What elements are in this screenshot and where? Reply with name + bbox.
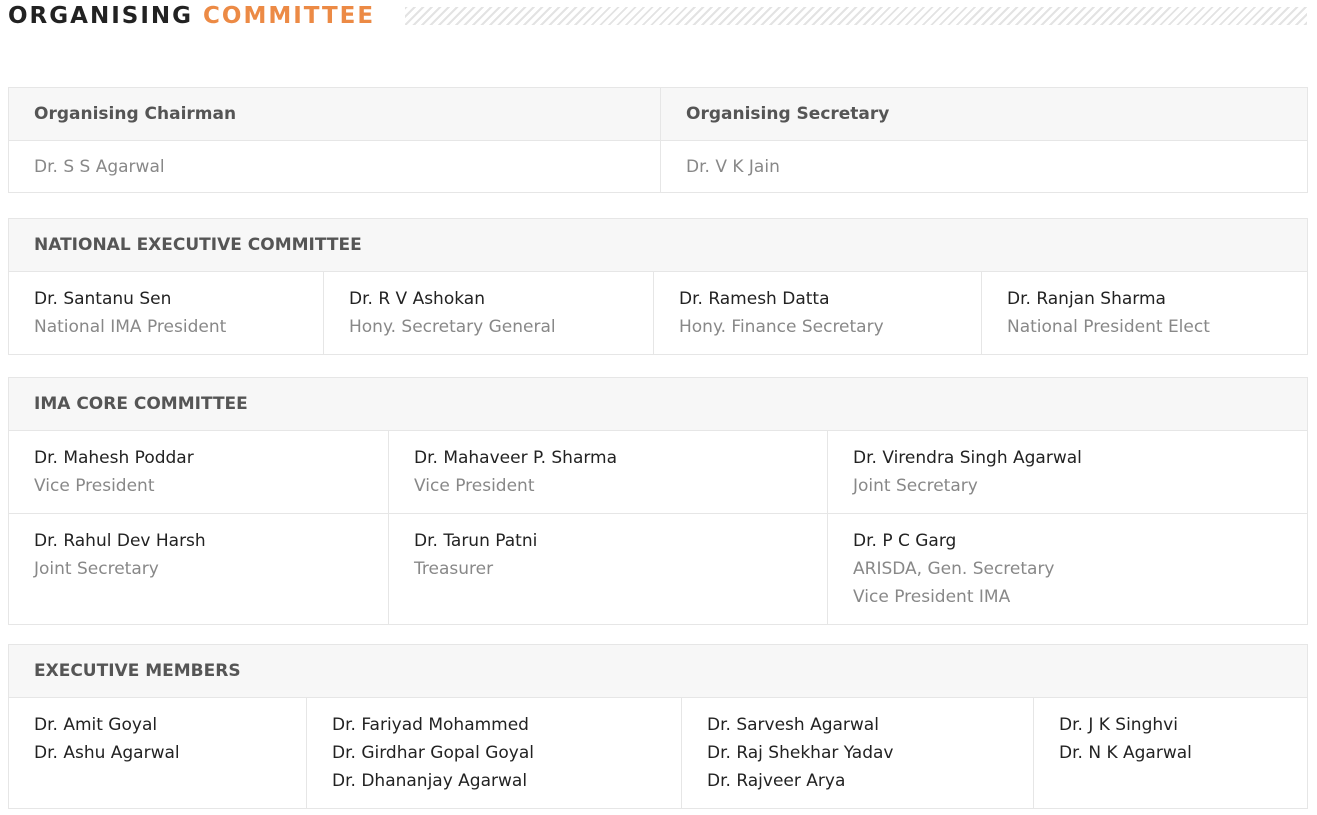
executive-column: Dr. Amit Goyal Dr. Ashu Agarwal xyxy=(8,697,307,809)
executive-member: Dr. Ashu Agarwal xyxy=(34,743,180,763)
member-role: National IMA President xyxy=(34,317,227,337)
member-role: ARISDA, Gen. Secretary xyxy=(853,559,1055,579)
member-name: Dr. P C Garg xyxy=(853,531,957,551)
executive-column: Dr. Sarvesh Agarwal Dr. Raj Shekhar Yada… xyxy=(681,697,1034,809)
executive-member: Dr. Fariyad Mohammed xyxy=(332,715,529,735)
member-name: Dr. Ranjan Sharma xyxy=(1007,289,1166,309)
heading-divider xyxy=(405,7,1307,25)
page-title-part2: COMMITTEE xyxy=(203,3,376,29)
member-cell: Dr. Ramesh Datta Hony. Finance Secretary xyxy=(653,271,982,355)
executive-member: Dr. Girdhar Gopal Goyal xyxy=(332,743,534,763)
member-role: Vice President xyxy=(414,476,535,496)
executive-member: Dr. N K Agarwal xyxy=(1059,743,1192,763)
member-cell: Dr. Santanu Sen National IMA President xyxy=(8,271,324,355)
core-committee-title: IMA CORE COMMITTEE xyxy=(7,377,1309,431)
executive-member: Dr. J K Singhvi xyxy=(1059,715,1178,735)
member-role: National President Elect xyxy=(1007,317,1210,337)
member-role: Treasurer xyxy=(414,559,494,579)
executive-column: Dr. J K Singhvi Dr. N K Agarwal xyxy=(1032,697,1309,809)
member-cell: Dr. Mahaveer P. Sharma Vice President xyxy=(388,430,828,514)
organising-table: Organising Chairman Organising Secretary… xyxy=(8,87,1308,193)
member-cell: Dr. Virendra Singh Agarwal Joint Secreta… xyxy=(826,430,1309,514)
executive-member: Dr. Raj Shekhar Yadav xyxy=(707,743,894,763)
member-role-secondary: Vice President IMA xyxy=(853,587,1011,607)
chairman-name: Dr. S S Agarwal xyxy=(8,140,661,193)
page-title-part1: ORGANISING xyxy=(8,3,193,29)
member-role: Joint Secretary xyxy=(34,559,159,579)
page-heading-row: ORGANISING COMMITTEE xyxy=(8,0,1307,32)
member-cell: Dr. Rahul Dev Harsh Joint Secretary xyxy=(8,513,389,625)
executive-members-table: EXECUTIVE MEMBERS Dr. Amit Goyal Dr. Ash… xyxy=(7,644,1309,809)
member-role: Joint Secretary xyxy=(853,476,978,496)
member-cell: Dr. Mahesh Poddar Vice President xyxy=(8,430,389,514)
member-role: Hony. Finance Secretary xyxy=(679,317,884,337)
member-role: Vice President xyxy=(34,476,155,496)
national-committee-table: NATIONAL EXECUTIVE COMMITTEE Dr. Santanu… xyxy=(7,218,1309,355)
member-cell: Dr. R V Ashokan Hony. Secretary General xyxy=(323,271,654,355)
member-cell: Dr. P C Garg ARISDA, Gen. Secretary Vice… xyxy=(826,513,1309,625)
member-name: Dr. Ramesh Datta xyxy=(679,289,830,309)
member-name: Dr. Rahul Dev Harsh xyxy=(34,531,206,551)
member-role: Hony. Secretary General xyxy=(349,317,556,337)
member-name: Dr. Mahesh Poddar xyxy=(34,448,194,468)
executive-member: Dr. Sarvesh Agarwal xyxy=(707,715,879,735)
page-title: ORGANISING COMMITTEE xyxy=(8,3,375,29)
member-name: Dr. Mahaveer P. Sharma xyxy=(414,448,618,468)
national-committee-title: NATIONAL EXECUTIVE COMMITTEE xyxy=(7,218,1309,272)
member-name: Dr. Tarun Patni xyxy=(414,531,538,551)
member-name: Dr. Virendra Singh Agarwal xyxy=(853,448,1082,468)
secretary-label: Organising Secretary xyxy=(660,87,1308,141)
core-committee-table: IMA CORE COMMITTEE Dr. Mahesh Poddar Vic… xyxy=(7,377,1309,625)
member-name: Dr. R V Ashokan xyxy=(349,289,485,309)
executive-member: Dr. Dhananjay Agarwal xyxy=(332,771,528,791)
executive-member: Dr. Amit Goyal xyxy=(34,715,158,735)
member-cell: Dr. Tarun Patni Treasurer xyxy=(388,513,828,625)
executive-members-title: EXECUTIVE MEMBERS xyxy=(7,644,1309,698)
member-cell: Dr. Ranjan Sharma National President Ele… xyxy=(980,271,1309,355)
executive-column: Dr. Fariyad Mohammed Dr. Girdhar Gopal G… xyxy=(306,697,682,809)
secretary-name: Dr. V K Jain xyxy=(660,140,1308,193)
member-name: Dr. Santanu Sen xyxy=(34,289,172,309)
executive-member: Dr. Rajveer Arya xyxy=(707,771,846,791)
chairman-label: Organising Chairman xyxy=(8,87,661,141)
